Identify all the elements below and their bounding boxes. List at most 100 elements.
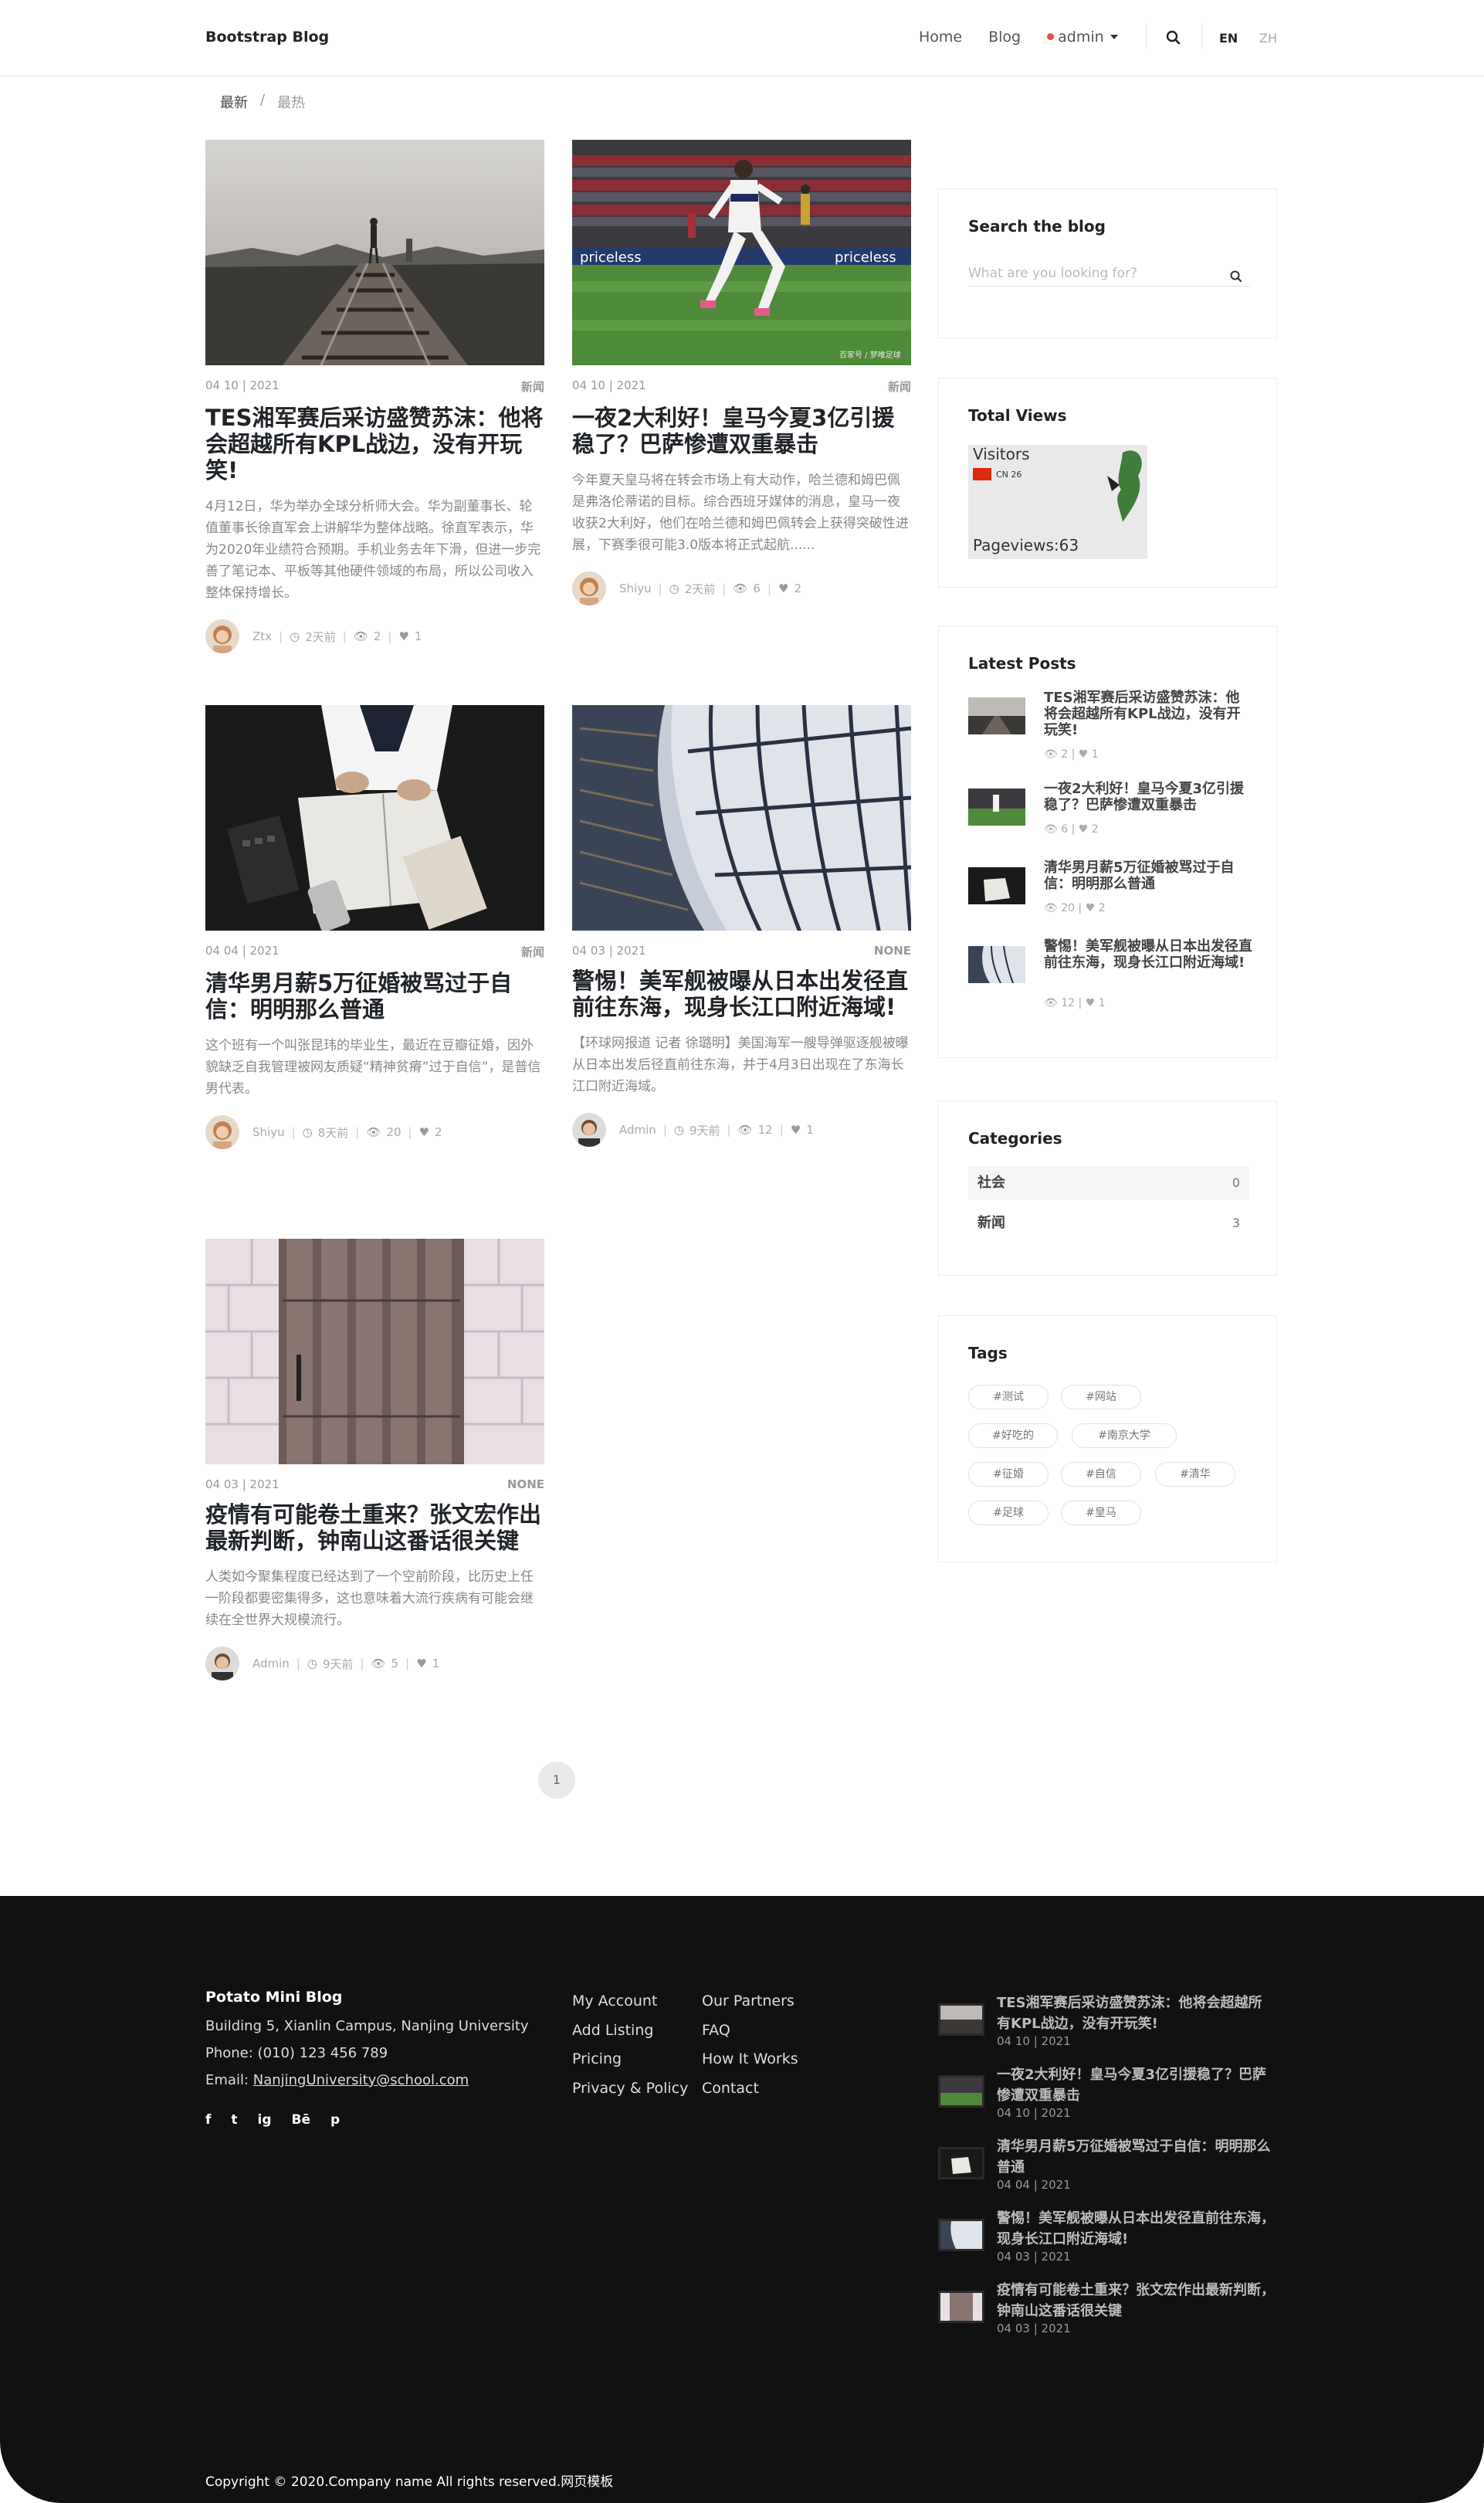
tag-chip[interactable]: #测试 [968,1385,1049,1409]
widget-title: Categories [968,1129,1062,1148]
tab-latest[interactable]: 最新 [220,92,248,112]
author-avatar [205,1115,239,1149]
latest-post-item[interactable]: 一夜2大利好！皇马今夏3亿引援稳了？巴萨惨遭双重暴击 👁 6 | ♥ 2 [968,781,1246,843]
recent-post-title: TES湘军赛后采访盛赞苏沫：他将会超越所有KPL战边，没有开玩笑! [997,1995,1262,2032]
author-name[interactable]: Admin [252,1657,290,1670]
tab-hottest[interactable]: 最热 [277,92,305,112]
post-author-row: Shiyu | ◷ 8天前 | 👁 20 | ♥ 2 [205,1115,544,1149]
tag-chip[interactable]: #网站 [1061,1385,1141,1409]
search-placeholder: What are you looking for? [968,266,1138,281]
author-name[interactable]: Ztx [252,629,272,643]
twitter-icon[interactable]: t [231,2112,237,2128]
footer-link-pricing[interactable]: Pricing [572,2050,622,2067]
latest-post-likes: 1 [1098,997,1106,1009]
footer-link-contact[interactable]: Contact [702,2080,759,2097]
search-icon[interactable] [1165,29,1182,46]
post-date: 04 03 | 2021 [205,1477,280,1491]
footer-email-link[interactable]: NanjingUniversity@school.com [253,2072,469,2088]
latest-post-item[interactable]: 警惕！美军舰被曝从日本出发径直前往东海，现身长江口附近海域! 👁 12 | ♥ … [968,938,1252,1009]
footer-link-faq[interactable]: FAQ [702,2022,730,2039]
tag-chip[interactable]: #征婚 [968,1462,1049,1487]
tag-chip[interactable]: #皇马 [1061,1501,1141,1525]
post-image-football[interactable]: priceless priceless 百家号 / 梦唯足球 [572,140,911,365]
post-date: 04 10 | 2021 [205,378,280,392]
post-title[interactable]: 疫情有可能卷土重来？张文宏作出最新判断，钟南山这番话很关键 [205,1501,544,1554]
category-count: 3 [1232,1216,1240,1230]
heart-icon: ♥ [1078,823,1092,836]
nav-user-dropdown[interactable]: admin [1047,29,1118,46]
post-category[interactable]: 新闻 [521,378,544,395]
footer-recent-post[interactable]: 疫情有可能卷土重来？张文宏作出最新判断，钟南山这番话很关键 04 03 | 20… [938,2280,1277,2346]
post-title[interactable]: 清华男月薪5万征婚被骂过于自信：明明那么普通 [205,970,544,1023]
footer-recent-post[interactable]: TES湘军赛后采访盛赞苏沫：他将会超越所有KPL战边，没有开玩笑! 04 10 … [938,1993,1277,2059]
search-icon[interactable] [1229,266,1243,293]
post-title[interactable]: 一夜2大利好！皇马今夏3亿引援稳了？巴萨惨遭双重暴击 [572,405,911,457]
instagram-icon[interactable]: ig [258,2112,272,2128]
eye-icon: 👁 [733,582,748,595]
footer-link-privacy-policy[interactable]: Privacy & Policy [572,2080,688,2097]
footer-link-add-listing[interactable]: Add Listing [572,2022,653,2039]
category-name: 新闻 [977,1215,1005,1231]
post-views: 20 [386,1125,401,1139]
post-category[interactable]: 新闻 [521,944,544,960]
pagination-page-1[interactable]: 1 [538,1762,575,1799]
behance-icon[interactable]: Bē [292,2112,311,2128]
breadcrumb-separator: / [260,92,266,108]
search-input[interactable]: What are you looking for? [968,260,1249,287]
clock-icon: ◷ [307,1657,317,1670]
nav-home[interactable]: Home [919,29,962,46]
post-image-desk[interactable] [205,705,544,931]
post-meta: 04 10 | 2021 新闻 [572,378,911,395]
heart-icon: ♥ [416,1657,427,1670]
post-likes: 2 [435,1125,442,1139]
post-category[interactable]: 新闻 [888,378,911,395]
lang-en-link[interactable]: EN [1219,31,1238,46]
latest-post-item[interactable]: 清华男月薪5万征婚被骂过于自信：明明那么普通 👁 20 | ♥ 2 [968,860,1246,921]
latest-post-views: 6 [1061,823,1069,836]
footer-link-how-it-works[interactable]: How It Works [702,2050,798,2067]
widget-title: Search the blog [968,217,1106,236]
heart-icon: ♥ [1078,748,1092,761]
latest-post-title: 清华男月薪5万征婚被骂过于自信：明明那么普通 [1044,860,1235,892]
tag-chip[interactable]: #自信 [1061,1462,1141,1487]
facebook-icon[interactable]: f [205,2112,211,2128]
post-date: 04 04 | 2021 [205,944,280,958]
latest-post-item[interactable]: TES湘军赛后采访盛赞苏沫：他将会超越所有KPL战边，没有开玩笑! 👁 2 | … [968,690,1246,761]
post-date: 04 10 | 2021 [572,378,646,392]
footer-link-our-partners[interactable]: Our Partners [702,1993,795,2010]
nav-blog[interactable]: Blog [988,29,1021,46]
footer-recent-post[interactable]: 清华男月薪5万征婚被骂过于自信：明明那么普通 04 04 | 2021 [938,2136,1277,2203]
author-name[interactable]: Shiyu [252,1125,285,1139]
tag-chip[interactable]: #清华 [1155,1462,1235,1487]
category-item[interactable]: 社会 0 [968,1166,1249,1200]
lang-zh-link[interactable]: ZH [1259,31,1277,46]
post-image-door[interactable] [205,1239,544,1464]
category-item[interactable]: 新闻 3 [968,1206,1249,1240]
post-title[interactable]: 警惕！美军舰被曝从日本出发径直前往东海，现身长江口附近海域! [572,968,911,1020]
post-likes: 2 [794,582,802,595]
pinterest-icon[interactable]: p [330,2112,340,2128]
pageviews-count: Pageviews:63 [973,536,1079,555]
post-image-library[interactable] [572,705,911,931]
post-meta: 04 03 | 2021 NONE [205,1477,544,1491]
brand-logo[interactable]: Bootstrap Blog [205,29,329,46]
post-title[interactable]: TES湘军赛后采访盛赞苏沫：他将会超越所有KPL战边，没有开玩笑! [205,405,544,483]
country-count: CN 26 [996,470,1022,480]
author-name[interactable]: Shiyu [619,582,652,595]
recent-post-thumb [938,2147,984,2179]
tag-chip[interactable]: #好吃的 [968,1423,1058,1448]
post-time: 8天前 [317,1125,349,1140]
footer-recent-post[interactable]: 警惕！美军舰被曝从日本出发径直前往东海，现身长江口附近海域! 04 03 | 2… [938,2208,1277,2274]
tag-chip[interactable]: #南京大学 [1072,1423,1177,1448]
views-widget: Total Views Visitors CN 26 Pageviews:63 [938,378,1277,588]
footer-recent-post[interactable]: 一夜2大利好！皇马今夏3亿引援稳了？巴萨惨遭双重暴击 04 10 | 2021 [938,2064,1277,2131]
post-category[interactable]: NONE [507,1477,544,1491]
copyright: Copyright © 2020.Company name All rights… [205,2474,614,2490]
post-category[interactable]: NONE [874,944,911,958]
footer-link-my-account[interactable]: My Account [572,1993,657,2010]
post-image-railway[interactable] [205,140,544,365]
tag-chip[interactable]: #足球 [968,1501,1049,1525]
nav-menu: Home Blog admin [919,29,1144,46]
post-time: 9天前 [322,1657,354,1671]
author-name[interactable]: Admin [619,1123,656,1137]
